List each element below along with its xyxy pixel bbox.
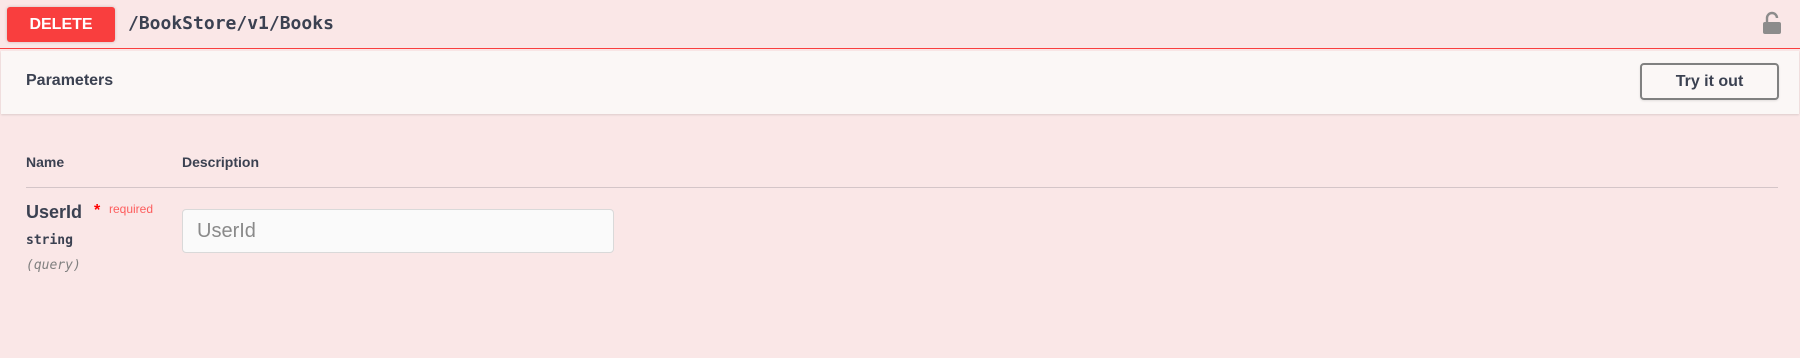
opblock-delete: DELETE /BookStore/v1/Books Parameters Tr…	[0, 0, 1800, 358]
userid-input[interactable]	[182, 209, 614, 253]
column-header-description: Description	[182, 154, 260, 170]
parameter-location: (query)	[26, 258, 81, 273]
opblock-summary[interactable]: DELETE /BookStore/v1/Books	[0, 0, 1800, 49]
try-it-out-button[interactable]: Try it out	[1640, 63, 1779, 100]
parameter-type: string	[26, 233, 73, 248]
required-label: required	[109, 202, 154, 216]
parameters-section-header: Parameters Try it out	[1, 51, 1799, 114]
section-title: Parameters	[26, 72, 114, 89]
endpoint-path: /BookStore/v1/Books	[128, 13, 334, 34]
table-header-divider	[26, 187, 1778, 188]
required-star: *	[94, 202, 101, 219]
parameter-name: UserId	[26, 202, 83, 222]
column-header-name: Name	[26, 154, 65, 170]
lock-open-icon[interactable]	[1762, 11, 1782, 35]
method-badge: DELETE	[7, 7, 115, 42]
